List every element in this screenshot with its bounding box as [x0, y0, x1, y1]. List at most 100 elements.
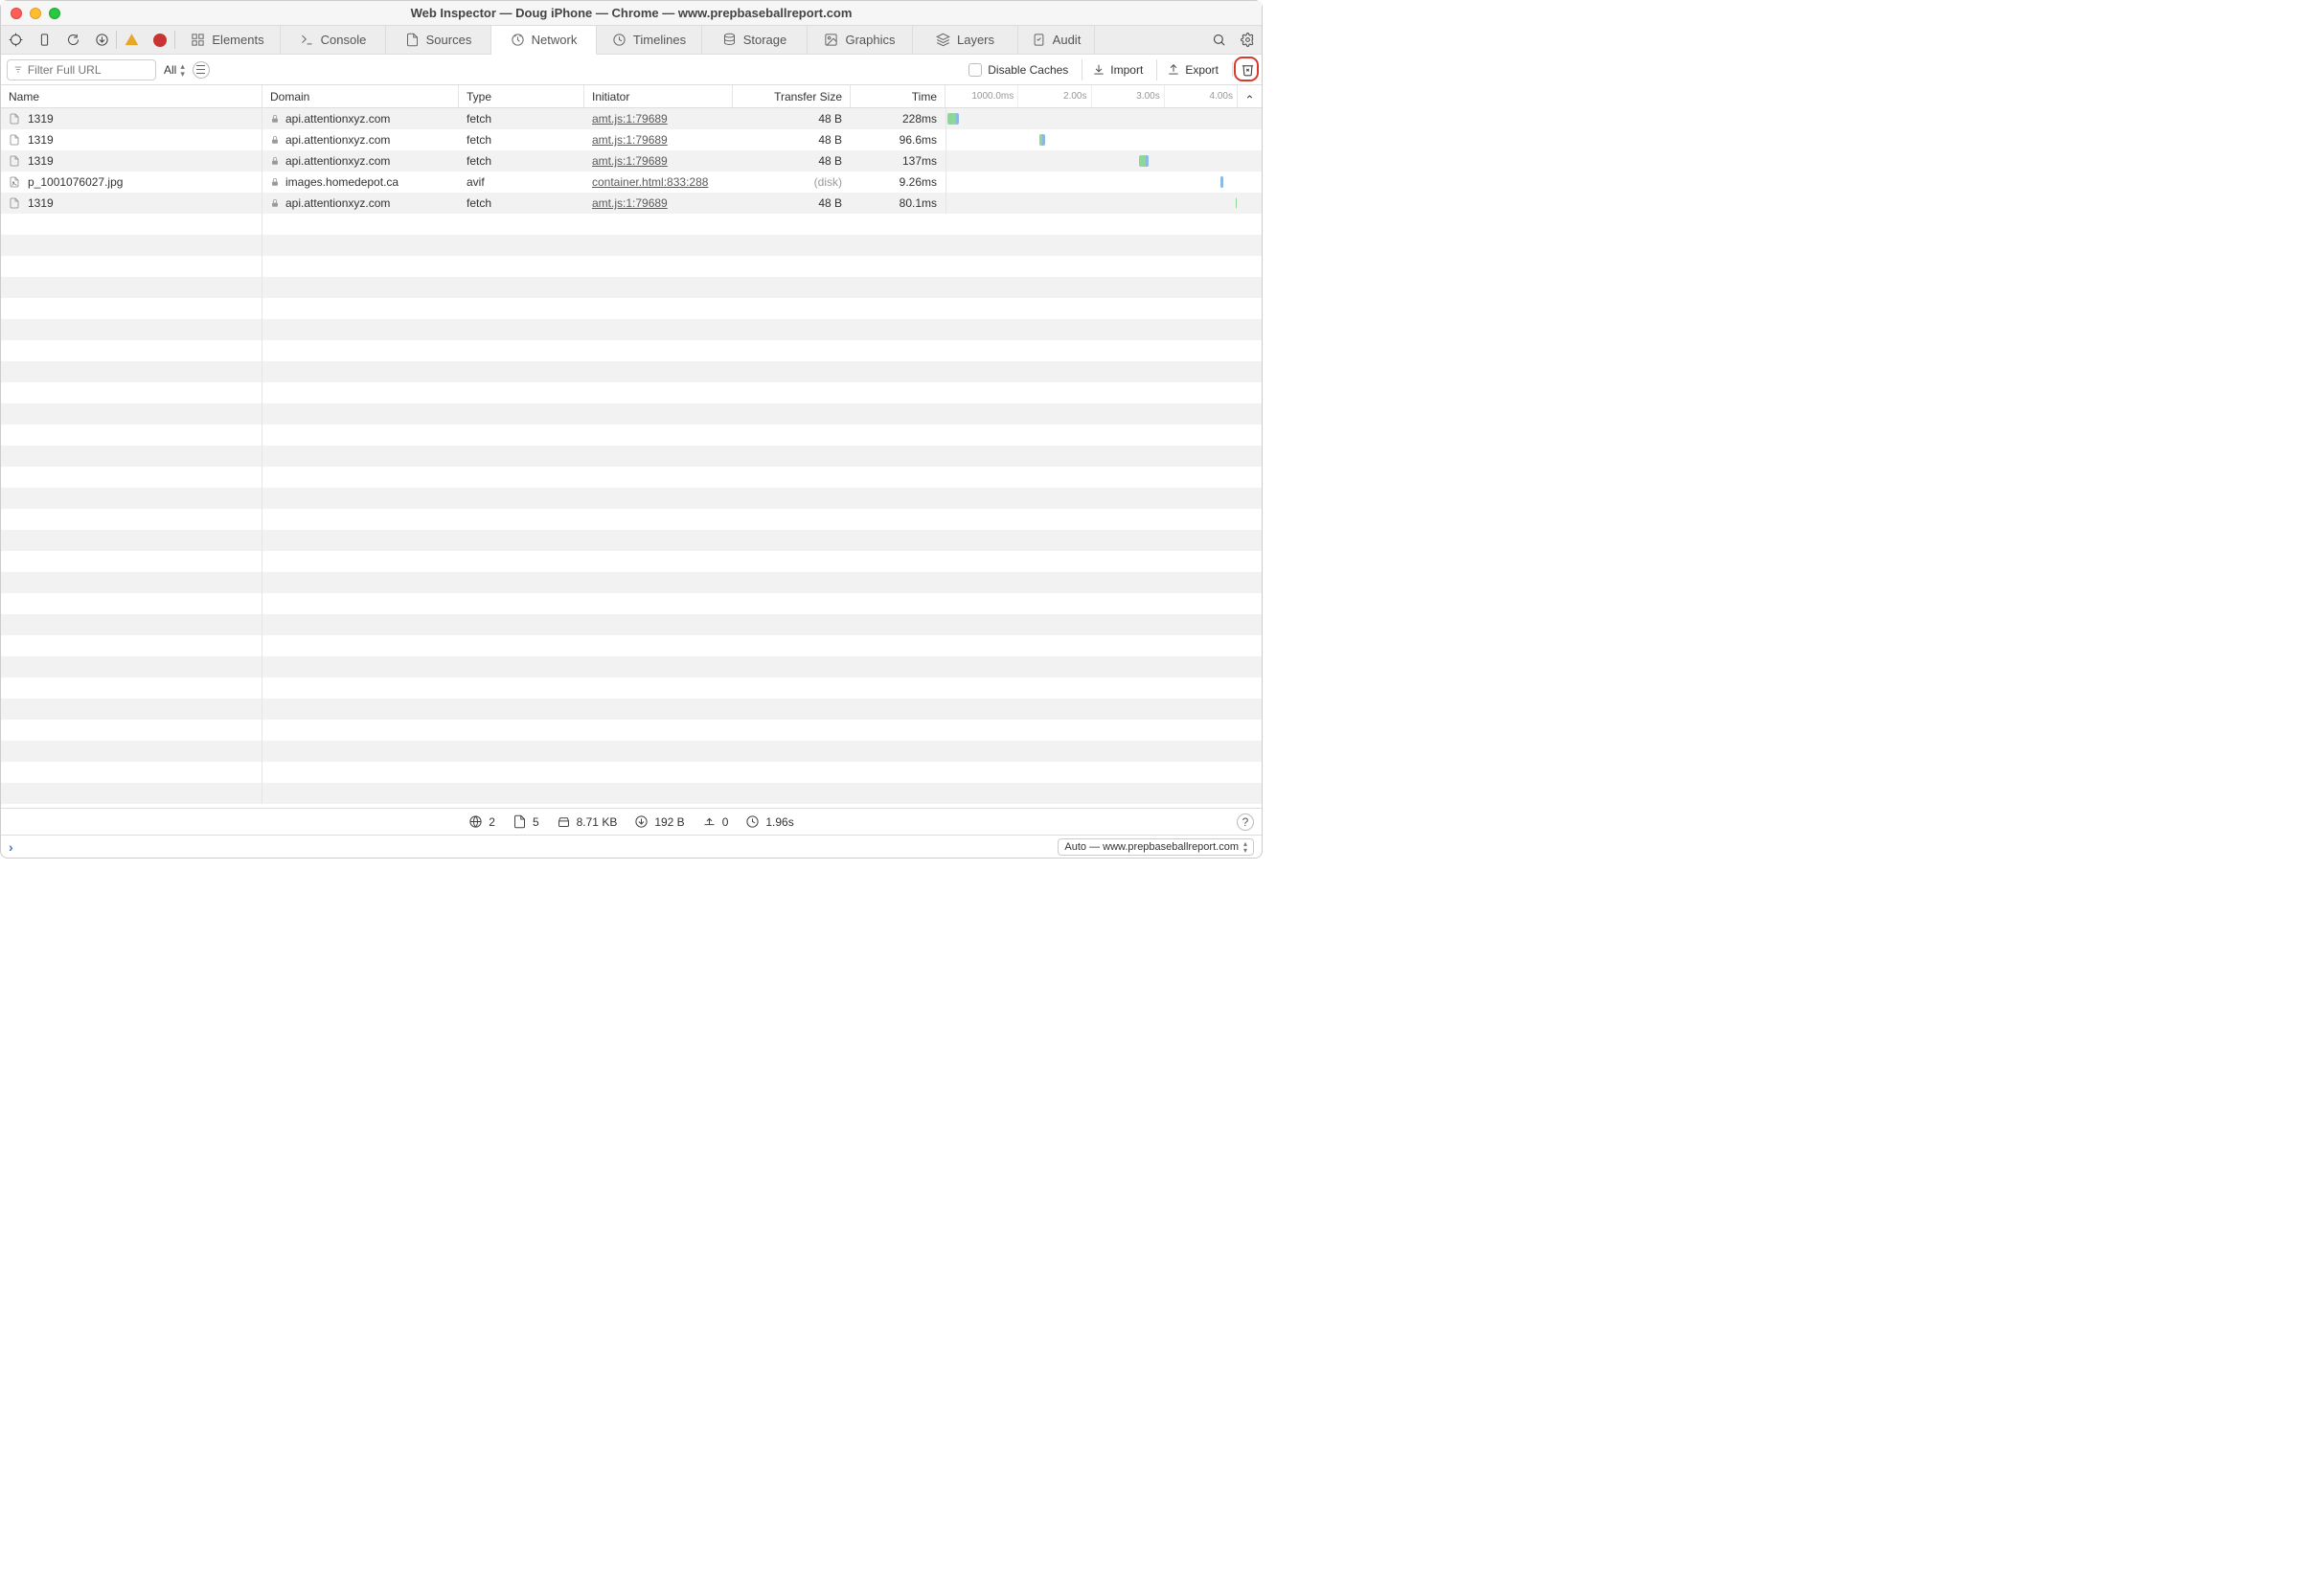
reload-icon[interactable] — [58, 26, 87, 54]
console-prompt-icon[interactable]: › — [9, 839, 13, 855]
execution-context-label: Auto — www.prepbaseballreport.com — [1064, 841, 1239, 853]
resource-type: fetch — [467, 112, 491, 126]
clear-trash-icon[interactable] — [1239, 62, 1256, 77]
disable-caches-label: Disable Caches — [988, 63, 1068, 77]
resource-name: p_1001076027.jpg — [28, 175, 123, 189]
tab-label: Network — [532, 33, 578, 47]
filter-bar: All ▴▾ Disable Caches Import Export — [1, 55, 1262, 85]
table-row[interactable]: 1319 api.attentionxyz.com fetch amt.js:1… — [1, 193, 1262, 214]
execution-context-select[interactable]: Auto — www.prepbaseballreport.com ▴▾ — [1058, 838, 1254, 856]
resource-name: 1319 — [28, 196, 54, 210]
url-filter-input[interactable] — [7, 59, 156, 80]
tab-timelines[interactable]: Timelines — [597, 26, 702, 54]
transfer-size: 48 B — [818, 112, 842, 126]
timeline-tick: 2.00s — [1018, 85, 1091, 107]
tab-console[interactable]: Console — [281, 26, 386, 54]
resource-type: avif — [467, 175, 485, 189]
titlebar: Web Inspector — Doug iPhone — Chrome — w… — [1, 1, 1262, 26]
table-body[interactable]: 1319 api.attentionxyz.com fetch amt.js:1… — [1, 108, 1262, 808]
resource-domain: api.attentionxyz.com — [285, 112, 390, 126]
inspect-crosshair-icon[interactable] — [1, 26, 30, 54]
table-row[interactable]: 1319 api.attentionxyz.com fetch amt.js:1… — [1, 129, 1262, 150]
tab-layers[interactable]: Layers — [913, 26, 1018, 54]
minimize-window[interactable] — [30, 8, 41, 19]
warning-icon[interactable] — [117, 26, 146, 54]
timeline-header[interactable]: 1000.0ms 2.00s 3.00s 4.00s — [946, 85, 1238, 107]
filter-scope-label: All — [164, 63, 176, 77]
resource-name: 1319 — [28, 112, 54, 126]
search-icon[interactable] — [1204, 26, 1233, 54]
tab-label: Audit — [1053, 33, 1082, 47]
error-icon[interactable] — [146, 26, 174, 54]
download-icon[interactable] — [87, 26, 116, 54]
gear-icon[interactable] — [1233, 26, 1262, 54]
column-domain-header[interactable]: Domain — [262, 85, 459, 107]
tab-label: Elements — [212, 33, 263, 47]
timeline-bar — [1039, 134, 1045, 146]
transfer-size: 48 B — [818, 196, 842, 210]
load-time: 80.1ms — [900, 196, 937, 210]
import-button[interactable]: Import — [1082, 59, 1143, 80]
column-transfer-header[interactable]: Transfer Size — [733, 85, 851, 107]
summary-transferred: 192 B — [634, 814, 684, 829]
resource-domain: api.attentionxyz.com — [285, 196, 390, 210]
tab-sources[interactable]: Sources — [386, 26, 491, 54]
window-title: Web Inspector — Doug iPhone — Chrome — w… — [1, 6, 1262, 20]
initiator-link[interactable]: amt.js:1:79689 — [592, 154, 668, 168]
tab-label: Console — [321, 33, 367, 47]
close-window[interactable] — [11, 8, 22, 19]
resource-domain: api.attentionxyz.com — [285, 133, 390, 147]
tab-elements[interactable]: Elements — [175, 26, 281, 54]
initiator-link[interactable]: container.html:833:288 — [592, 175, 708, 189]
load-time: 9.26ms — [900, 175, 937, 189]
timeline-bar — [1236, 197, 1238, 209]
tab-network[interactable]: Network — [491, 26, 597, 55]
maximize-window[interactable] — [49, 8, 60, 19]
import-label: Import — [1110, 63, 1143, 77]
summary-bar: 2 5 8.71 KB 192 B 0 1.96s ? — [1, 808, 1262, 835]
device-icon[interactable] — [30, 26, 58, 54]
resource-type: fetch — [467, 133, 491, 147]
load-time: 96.6ms — [900, 133, 937, 147]
tab-storage[interactable]: Storage — [702, 26, 808, 54]
collapse-timeline-icon[interactable] — [1238, 85, 1262, 107]
initiator-link[interactable]: amt.js:1:79689 — [592, 133, 668, 147]
resource-domain: api.attentionxyz.com — [285, 154, 390, 168]
traffic-lights — [11, 8, 60, 19]
summary-resources: 5 — [513, 814, 539, 829]
chevron-updown-icon: ▴▾ — [1243, 840, 1247, 854]
timeline-tick: 1000.0ms — [946, 85, 1018, 107]
tab-audit[interactable]: Audit — [1018, 26, 1095, 54]
summary-domains: 2 — [468, 814, 495, 829]
disable-caches-checkbox[interactable]: Disable Caches — [968, 63, 1068, 77]
summary-total-size: 8.71 KB — [557, 814, 618, 829]
column-initiator-header[interactable]: Initiator — [584, 85, 733, 107]
table-row[interactable]: 1319 api.attentionxyz.com fetch amt.js:1… — [1, 108, 1262, 129]
initiator-link[interactable]: amt.js:1:79689 — [592, 196, 668, 210]
table-row[interactable]: 1319 api.attentionxyz.com fetch amt.js:1… — [1, 150, 1262, 172]
column-time-header[interactable]: Time — [851, 85, 946, 107]
filter-scope-select[interactable]: All ▴▾ — [164, 62, 185, 78]
checkbox-icon — [968, 63, 982, 77]
chevron-updown-icon: ▴▾ — [180, 62, 185, 78]
timeline-tick: 4.00s — [1165, 85, 1237, 107]
transfer-size: 48 B — [818, 133, 842, 147]
column-name-header[interactable]: Name — [1, 85, 262, 107]
transfer-size: (disk) — [814, 175, 842, 189]
timeline-tick: 3.00s — [1092, 85, 1165, 107]
summary-time: 1.96s — [745, 814, 793, 829]
export-button[interactable]: Export — [1156, 59, 1219, 80]
tab-label: Graphics — [845, 33, 895, 47]
tab-label: Timelines — [633, 33, 686, 47]
url-filter-field[interactable] — [28, 63, 149, 77]
summary-uploaded: 0 — [702, 814, 729, 829]
table-row[interactable]: p_1001076027.jpg images.homedepot.ca avi… — [1, 172, 1262, 193]
transfer-size: 48 B — [818, 154, 842, 168]
column-type-header[interactable]: Type — [459, 85, 584, 107]
load-time: 228ms — [902, 112, 937, 126]
group-filter-icon[interactable] — [193, 61, 210, 79]
tab-graphics[interactable]: Graphics — [808, 26, 913, 54]
help-icon[interactable]: ? — [1237, 813, 1254, 831]
resource-type: fetch — [467, 154, 491, 168]
initiator-link[interactable]: amt.js:1:79689 — [592, 112, 668, 126]
